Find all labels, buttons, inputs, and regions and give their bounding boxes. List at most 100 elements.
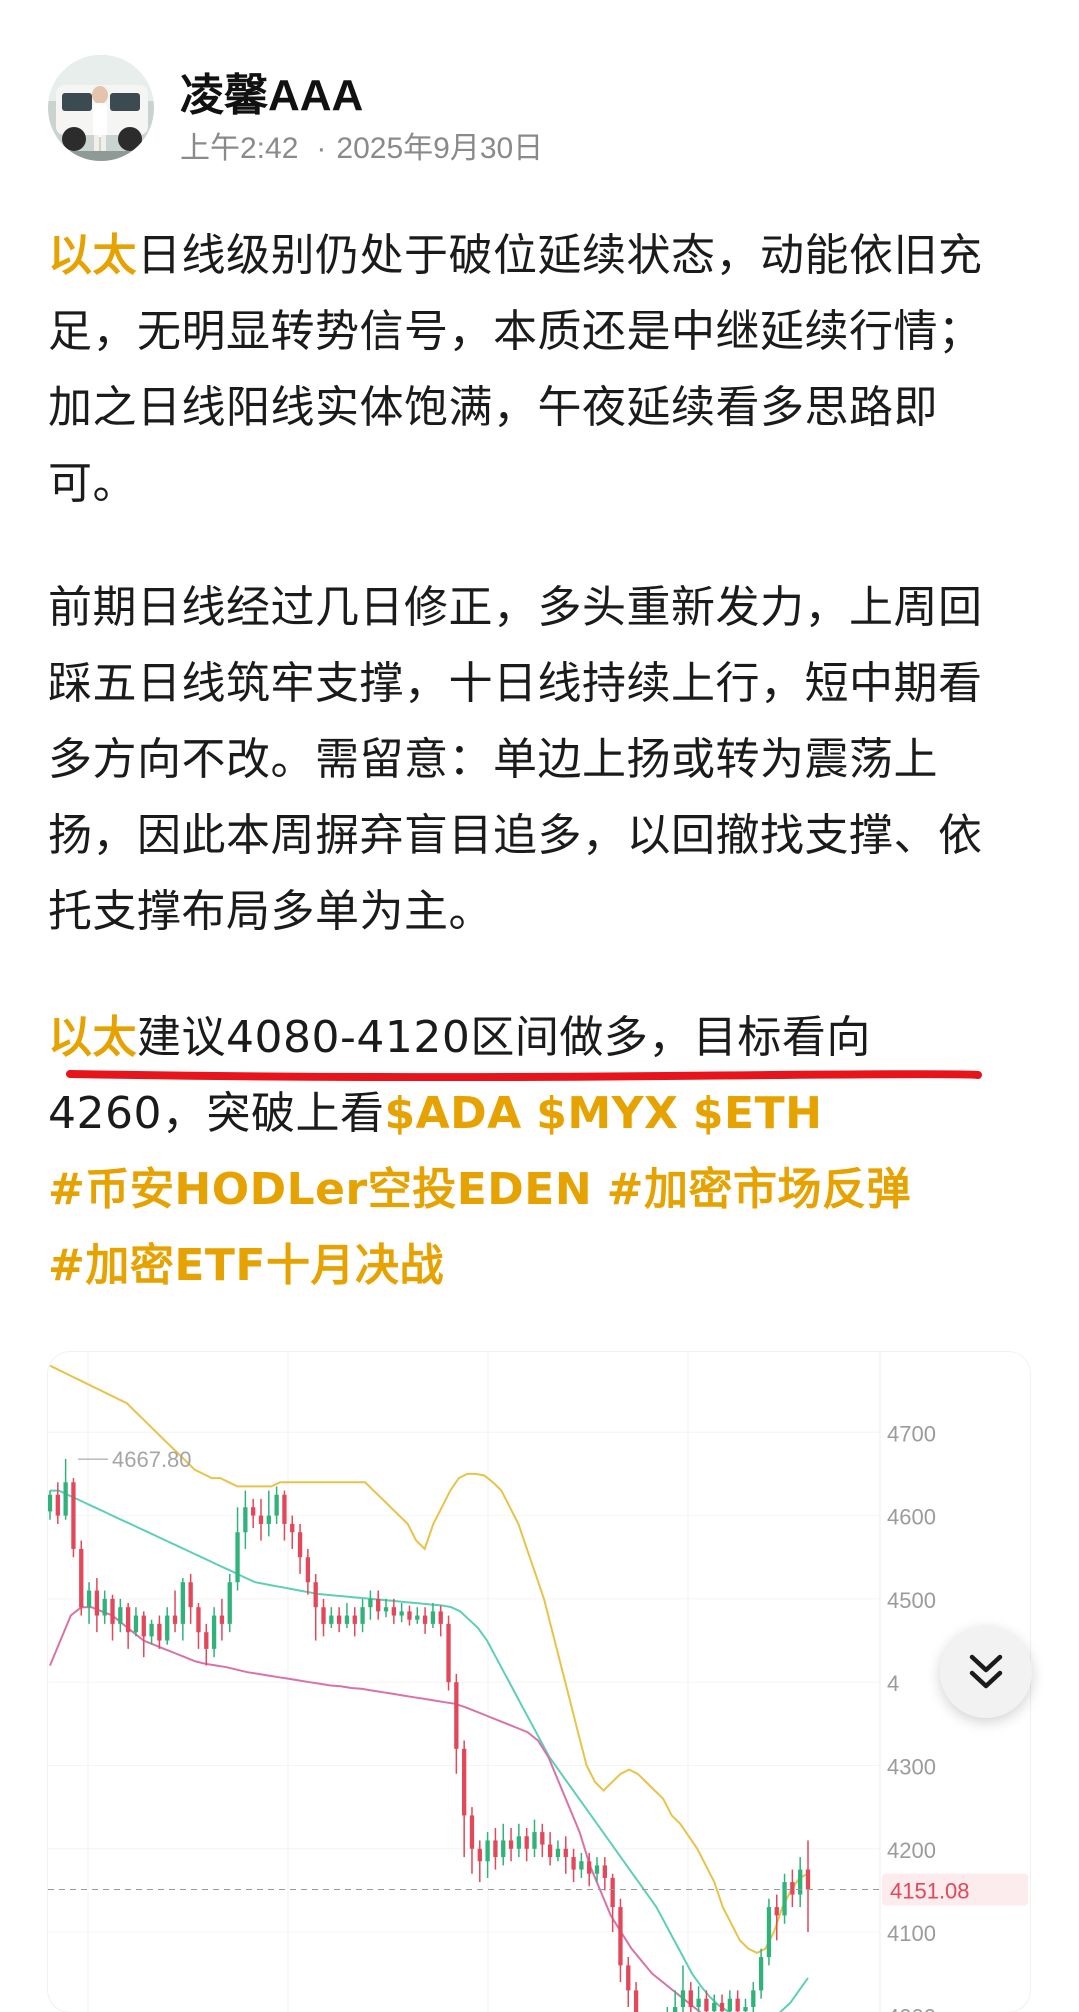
candle-body [430, 1611, 436, 1624]
candle-body [673, 2007, 678, 2012]
highlight-eth: 以太 [48, 230, 137, 281]
candle-body [297, 1532, 303, 1558]
candle-body [563, 1848, 568, 1858]
candle-body [86, 1590, 92, 1608]
candle-body [719, 2002, 725, 2012]
post-date: 2025年9月30日 [336, 132, 544, 165]
hashtag-crypto-rebound[interactable]: #加密市场反弹 [607, 1164, 911, 1215]
candle-body [743, 2007, 748, 2012]
candle-body [782, 1882, 787, 1916]
candle-body [71, 1482, 76, 1549]
candle-body [274, 1494, 279, 1516]
candle-body [290, 1523, 295, 1533]
candle-body [219, 1615, 225, 1624]
candle-body [368, 1598, 373, 1608]
candle-body [508, 1840, 514, 1849]
candle-body [712, 2002, 717, 2012]
candle-body [704, 1998, 709, 2012]
candle-body [165, 1615, 170, 1641]
candle-body [55, 1494, 60, 1516]
candle-body [266, 1515, 271, 1524]
candle-body [172, 1615, 178, 1624]
candle-body [305, 1557, 311, 1583]
y-tick-label: 4200 [887, 1838, 936, 1863]
candle-body [602, 1865, 607, 1878]
candle-body [196, 1607, 201, 1633]
ma-line-mid [50, 1489, 809, 2012]
paragraph-1-text: 日线级别仍处于破位延续状态，动能依旧充足，无明显转势信号，本质还是中继延续行情；… [48, 230, 983, 509]
candle-body [438, 1611, 443, 1624]
post-paragraph-1: 以太日线级别仍处于破位延续状态，动能依旧充足，无明显转势信号，本质还是中继延续行… [48, 218, 1018, 522]
hashtag-etf-october[interactable]: #加密ETF十月决战 [48, 1240, 444, 1291]
post-paragraph-2: 前期日线经过几日修正，多头重新发力，上周回踩五日线筑牢支撑，十日线持续上行，短中… [48, 570, 1018, 950]
candle-body [477, 1848, 482, 1862]
candle-body [391, 1607, 396, 1616]
last-price-label: 4151.08 [890, 1879, 970, 1904]
candle-body [540, 1832, 545, 1845]
candle-body [727, 1998, 733, 2012]
candle-body [48, 1494, 53, 1512]
candle-body [133, 1615, 139, 1633]
ma-line-lower [49, 1606, 702, 2012]
author-avatar[interactable] [48, 55, 154, 161]
candle-body [149, 1623, 154, 1637]
candle-body [376, 1598, 381, 1612]
y-tick-label: 4600 [887, 1505, 936, 1530]
y-tick-label: 4100 [887, 1921, 936, 1946]
scroll-down-button[interactable] [940, 1626, 1032, 1718]
candle-body [352, 1615, 357, 1624]
ticker-eth[interactable]: $ETH [693, 1088, 823, 1139]
y-tick-label: 4300 [887, 1754, 936, 1779]
candle-body [735, 1998, 740, 2012]
candle-body [790, 1882, 795, 1895]
highlight-eth-2: 以太 [48, 1012, 137, 1063]
price-chart-card[interactable]: 4700 4600 4500 4 4300 4200 4100 4000 4667.80 4151… [48, 1352, 1030, 2012]
y-tick-label: 4000 [887, 2004, 936, 2012]
candle-body [360, 1607, 365, 1624]
candle-body [110, 1598, 115, 1624]
candle-body [469, 1815, 475, 1849]
candle-body [399, 1611, 404, 1616]
candle-body [766, 1907, 772, 1958]
avatar-photo [48, 55, 154, 161]
candle-body [579, 1861, 584, 1870]
paragraph-3-text-a: 建议4080-4120区间做多，目标看向 [137, 1012, 871, 1063]
author-name[interactable]: 凌馨AAA [180, 59, 363, 123]
candle-body [204, 1632, 209, 1649]
candle-body [282, 1494, 287, 1524]
candle-body [336, 1615, 342, 1624]
candle-body [798, 1869, 803, 1895]
candle-body [493, 1840, 498, 1858]
post-time: 上午2:42 [180, 132, 299, 165]
candle-body [157, 1623, 162, 1641]
candle-body [555, 1848, 561, 1858]
candle-body [610, 1877, 615, 1908]
candle-body [243, 1507, 248, 1533]
candle-body [383, 1607, 389, 1612]
meta-separator: · [316, 132, 327, 165]
high-marker-label: 4667.80 [112, 1447, 192, 1472]
paragraph-2-text: 前期日线经过几日修正，多头重新发力，上周回踩五日线筑牢支撑，十日线持续上行，短中… [48, 582, 983, 937]
candle-body [446, 1623, 451, 1683]
candle-body [532, 1832, 537, 1849]
double-chevron-down-icon [969, 1654, 1003, 1689]
candle-body [422, 1615, 428, 1624]
ticker-myx[interactable]: $MYX [536, 1088, 678, 1139]
candle-body [626, 1965, 631, 1991]
candle-body [571, 1857, 576, 1870]
hashtag-eden-airdrop[interactable]: #币安HODLer空投EDEN [48, 1164, 592, 1215]
candle-body [407, 1611, 412, 1620]
paragraph-3-text-b: 4260，突破上看 [48, 1088, 385, 1139]
candle-body [344, 1615, 350, 1624]
ticker-ada[interactable]: $ADA [384, 1088, 521, 1139]
post-meta: 上午2:42 · 2025年9月30日 [180, 123, 543, 167]
candle-body [485, 1840, 490, 1862]
candle-body [211, 1615, 217, 1649]
candle-body [758, 1957, 764, 1991]
candlestick-chart: 4700 4600 4500 4 4300 4200 4100 4000 4667.80 4151… [48, 1352, 1028, 2012]
candle-body [329, 1615, 334, 1624]
candle-body [696, 1998, 701, 2008]
y-tick-label: 4 [887, 1671, 899, 1696]
candle-body [415, 1615, 420, 1620]
candle-body [258, 1515, 264, 1524]
